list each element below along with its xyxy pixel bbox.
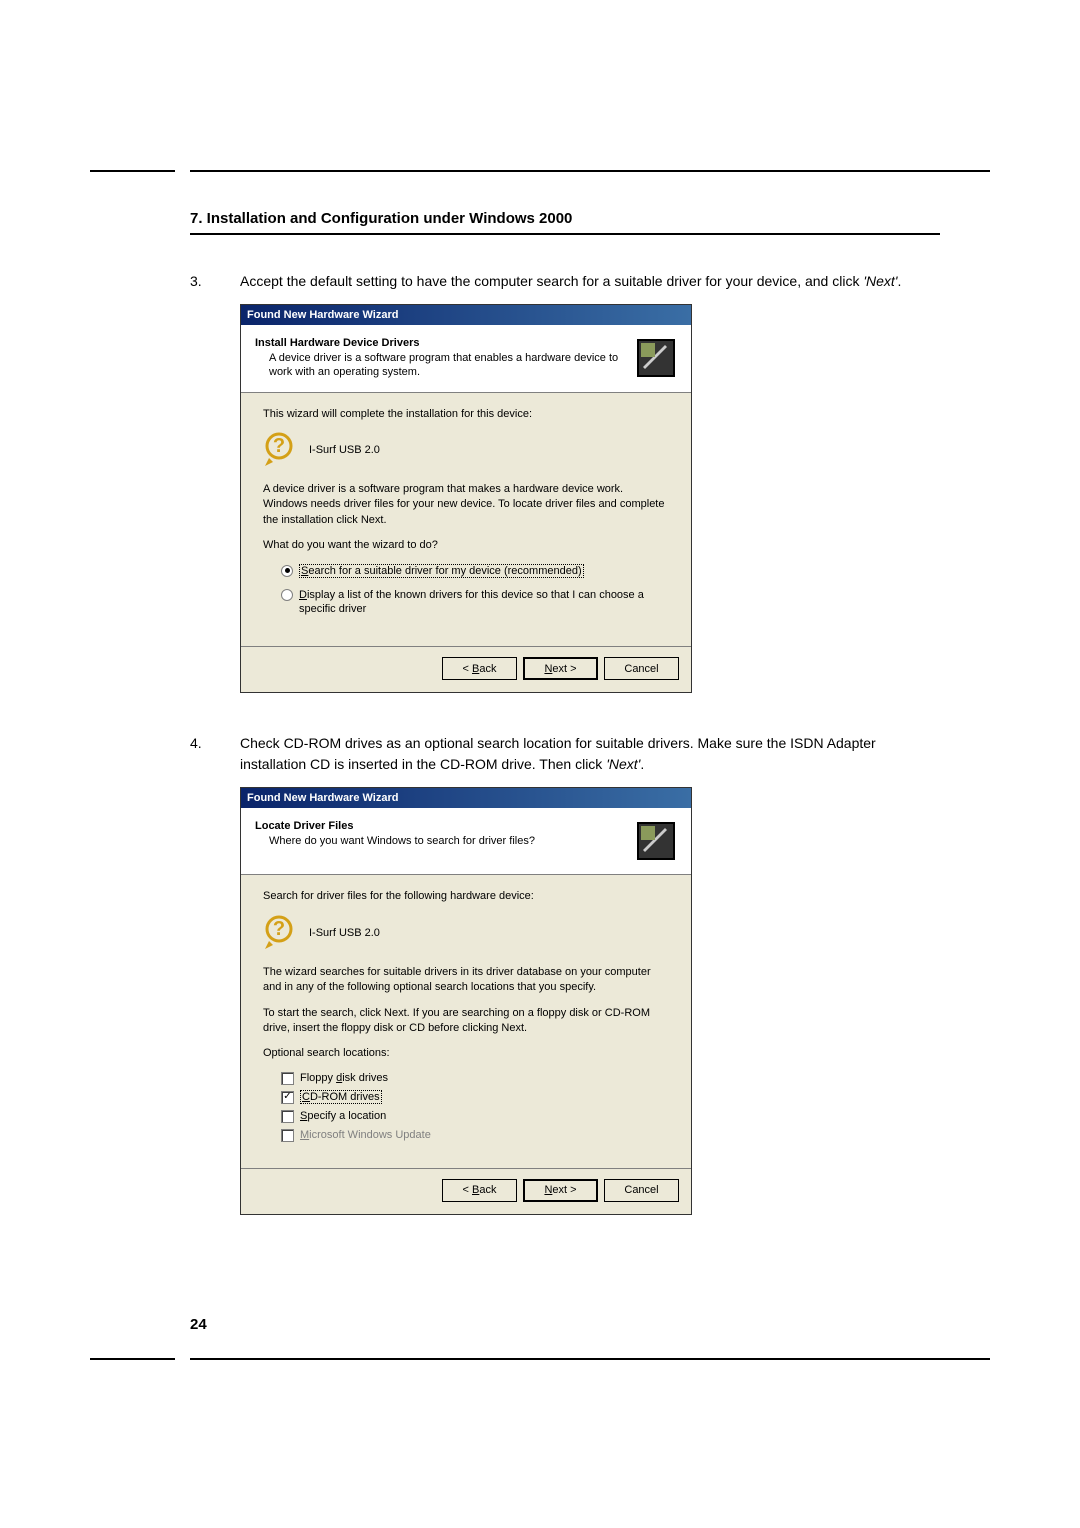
back-button[interactable]: < Back (442, 657, 517, 680)
instruction-step-3: 3. Accept the default setting to have th… (190, 271, 940, 292)
radio-button (281, 589, 293, 601)
dialog-locate-files: Found New Hardware Wizard Locate Driver … (240, 787, 692, 1214)
next-button[interactable]: Next > (523, 1179, 598, 1202)
radio-button (281, 565, 293, 577)
dialog-prompt: What do you want the wizard to do? (263, 538, 669, 553)
checkbox-icon (281, 1072, 294, 1085)
radio-search-driver[interactable]: Search for a suitable driver for my devi… (281, 564, 669, 578)
question-icon: ? (263, 432, 299, 468)
dialog-install-drivers: Found New Hardware Wizard Install Hardwa… (240, 304, 692, 693)
svg-text:?: ? (273, 435, 285, 457)
radio-display-list[interactable]: Display a list of the known drivers for … (281, 588, 669, 617)
checkbox-icon (281, 1110, 294, 1123)
next-button[interactable]: Next > (523, 657, 598, 680)
step-number: 3. (190, 271, 240, 292)
back-button[interactable]: < Back (442, 1179, 517, 1202)
step-number: 4. (190, 733, 240, 775)
device-name: I-Surf USB 2.0 (309, 444, 380, 456)
dialog-titlebar: Found New Hardware Wizard (241, 788, 691, 808)
dialog-text: Search for driver files for the followin… (263, 889, 669, 904)
device-name: I-Surf USB 2.0 (309, 927, 380, 939)
checkbox-icon: ✓ (281, 1091, 294, 1104)
dialog-header: Locate Driver Files Where do you want Wi… (241, 808, 691, 875)
dialog-titlebar: Found New Hardware Wizard (241, 305, 691, 325)
dialog-text: To start the search, click Next. If you … (263, 1006, 669, 1037)
options-heading: Optional search locations: (263, 1046, 669, 1061)
checkbox-icon (281, 1129, 294, 1142)
checkbox-floppy[interactable]: Floppy disk drives (281, 1072, 669, 1085)
cancel-button[interactable]: Cancel (604, 657, 679, 680)
checkbox-cdrom[interactable]: ✓ CD-ROM drives (281, 1091, 669, 1104)
checkbox-windows-update: Microsoft Windows Update (281, 1129, 669, 1142)
question-icon: ? (263, 915, 299, 951)
dialog-text: This wizard will complete the installati… (263, 407, 669, 422)
dialog-header: Install Hardware Device Drivers A device… (241, 325, 691, 393)
dialog-header-subtitle: Where do you want Windows to search for … (255, 834, 627, 848)
dialog-header-title: Install Hardware Device Drivers (255, 337, 627, 349)
cancel-button[interactable]: Cancel (604, 1179, 679, 1202)
step-text: Check CD-ROM drives as an optional searc… (240, 733, 940, 775)
hardware-icon (635, 337, 677, 379)
dialog-header-title: Locate Driver Files (255, 820, 627, 832)
page-number: 24 (190, 1316, 207, 1333)
instruction-step-4: 4. Check CD-ROM drives as an optional se… (190, 733, 940, 775)
heading-rule (190, 233, 940, 235)
step-text: Accept the default setting to have the c… (240, 271, 940, 292)
svg-text:?: ? (273, 918, 285, 940)
hardware-icon (635, 820, 677, 862)
checkbox-specify[interactable]: Specify a location (281, 1110, 669, 1123)
section-heading: 7. Installation and Configuration under … (190, 210, 940, 227)
dialog-text: A device driver is a software program th… (263, 482, 669, 528)
dialog-text: The wizard searches for suitable drivers… (263, 965, 669, 996)
dialog-header-subtitle: A device driver is a software program th… (255, 351, 627, 380)
